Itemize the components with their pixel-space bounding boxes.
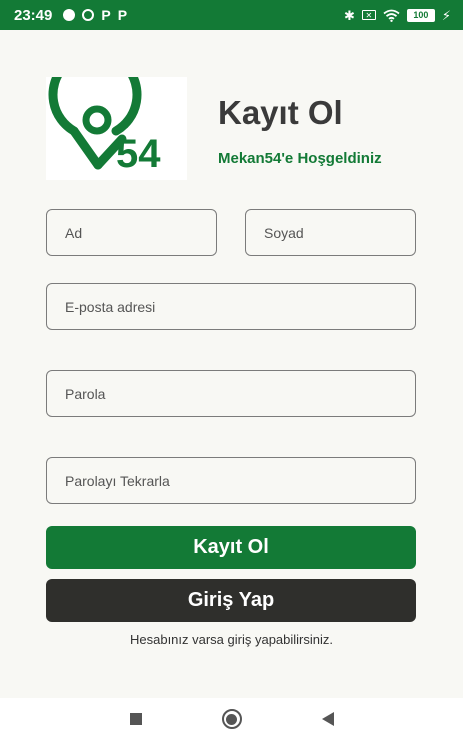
facebook-icon: [63, 9, 76, 21]
status-time: 23:49: [14, 6, 53, 24]
password-repeat-input[interactable]: [46, 457, 416, 504]
last-name-input[interactable]: [245, 209, 416, 256]
welcome-subtitle: Mekan54'e Hoşgeldiniz: [218, 150, 382, 167]
home-icon[interactable]: [221, 709, 242, 729]
battery-icon: 100: [406, 8, 435, 22]
svg-text:54: 54: [116, 132, 161, 176]
email-input[interactable]: [46, 283, 416, 330]
page-title: Kayıt Ol: [218, 94, 343, 131]
login-button[interactable]: Giriş Yap: [46, 579, 416, 622]
status-bar-right: ✱ ✕ 100 ⚡: [343, 7, 451, 23]
status-bar: 23:49 P P ✱ ✕ 100 ⚡: [0, 0, 463, 30]
bluetooth-icon: ✱: [343, 7, 355, 23]
password-input[interactable]: [46, 370, 416, 417]
whatsapp-icon: [82, 9, 95, 21]
charging-icon: ⚡: [441, 7, 451, 23]
login-hint-text: Hesabınız varsa giriş yapabilirsiniz.: [129, 632, 334, 647]
recents-icon[interactable]: [129, 713, 142, 725]
status-bar-left: 23:49 P P: [14, 7, 127, 24]
navigation-bar: [0, 698, 463, 740]
wifi-icon: [383, 9, 400, 22]
back-icon[interactable]: [321, 712, 334, 726]
register-button[interactable]: Kayıt Ol: [46, 526, 416, 569]
app-logo: 54: [46, 48, 187, 180]
notification-p-icon: P: [101, 7, 111, 23]
notification-p-icon: P: [117, 7, 128, 23]
first-name-input[interactable]: [46, 209, 217, 256]
home-icon-inner: [226, 713, 237, 725]
no-sim-icon: ✕: [361, 10, 376, 20]
